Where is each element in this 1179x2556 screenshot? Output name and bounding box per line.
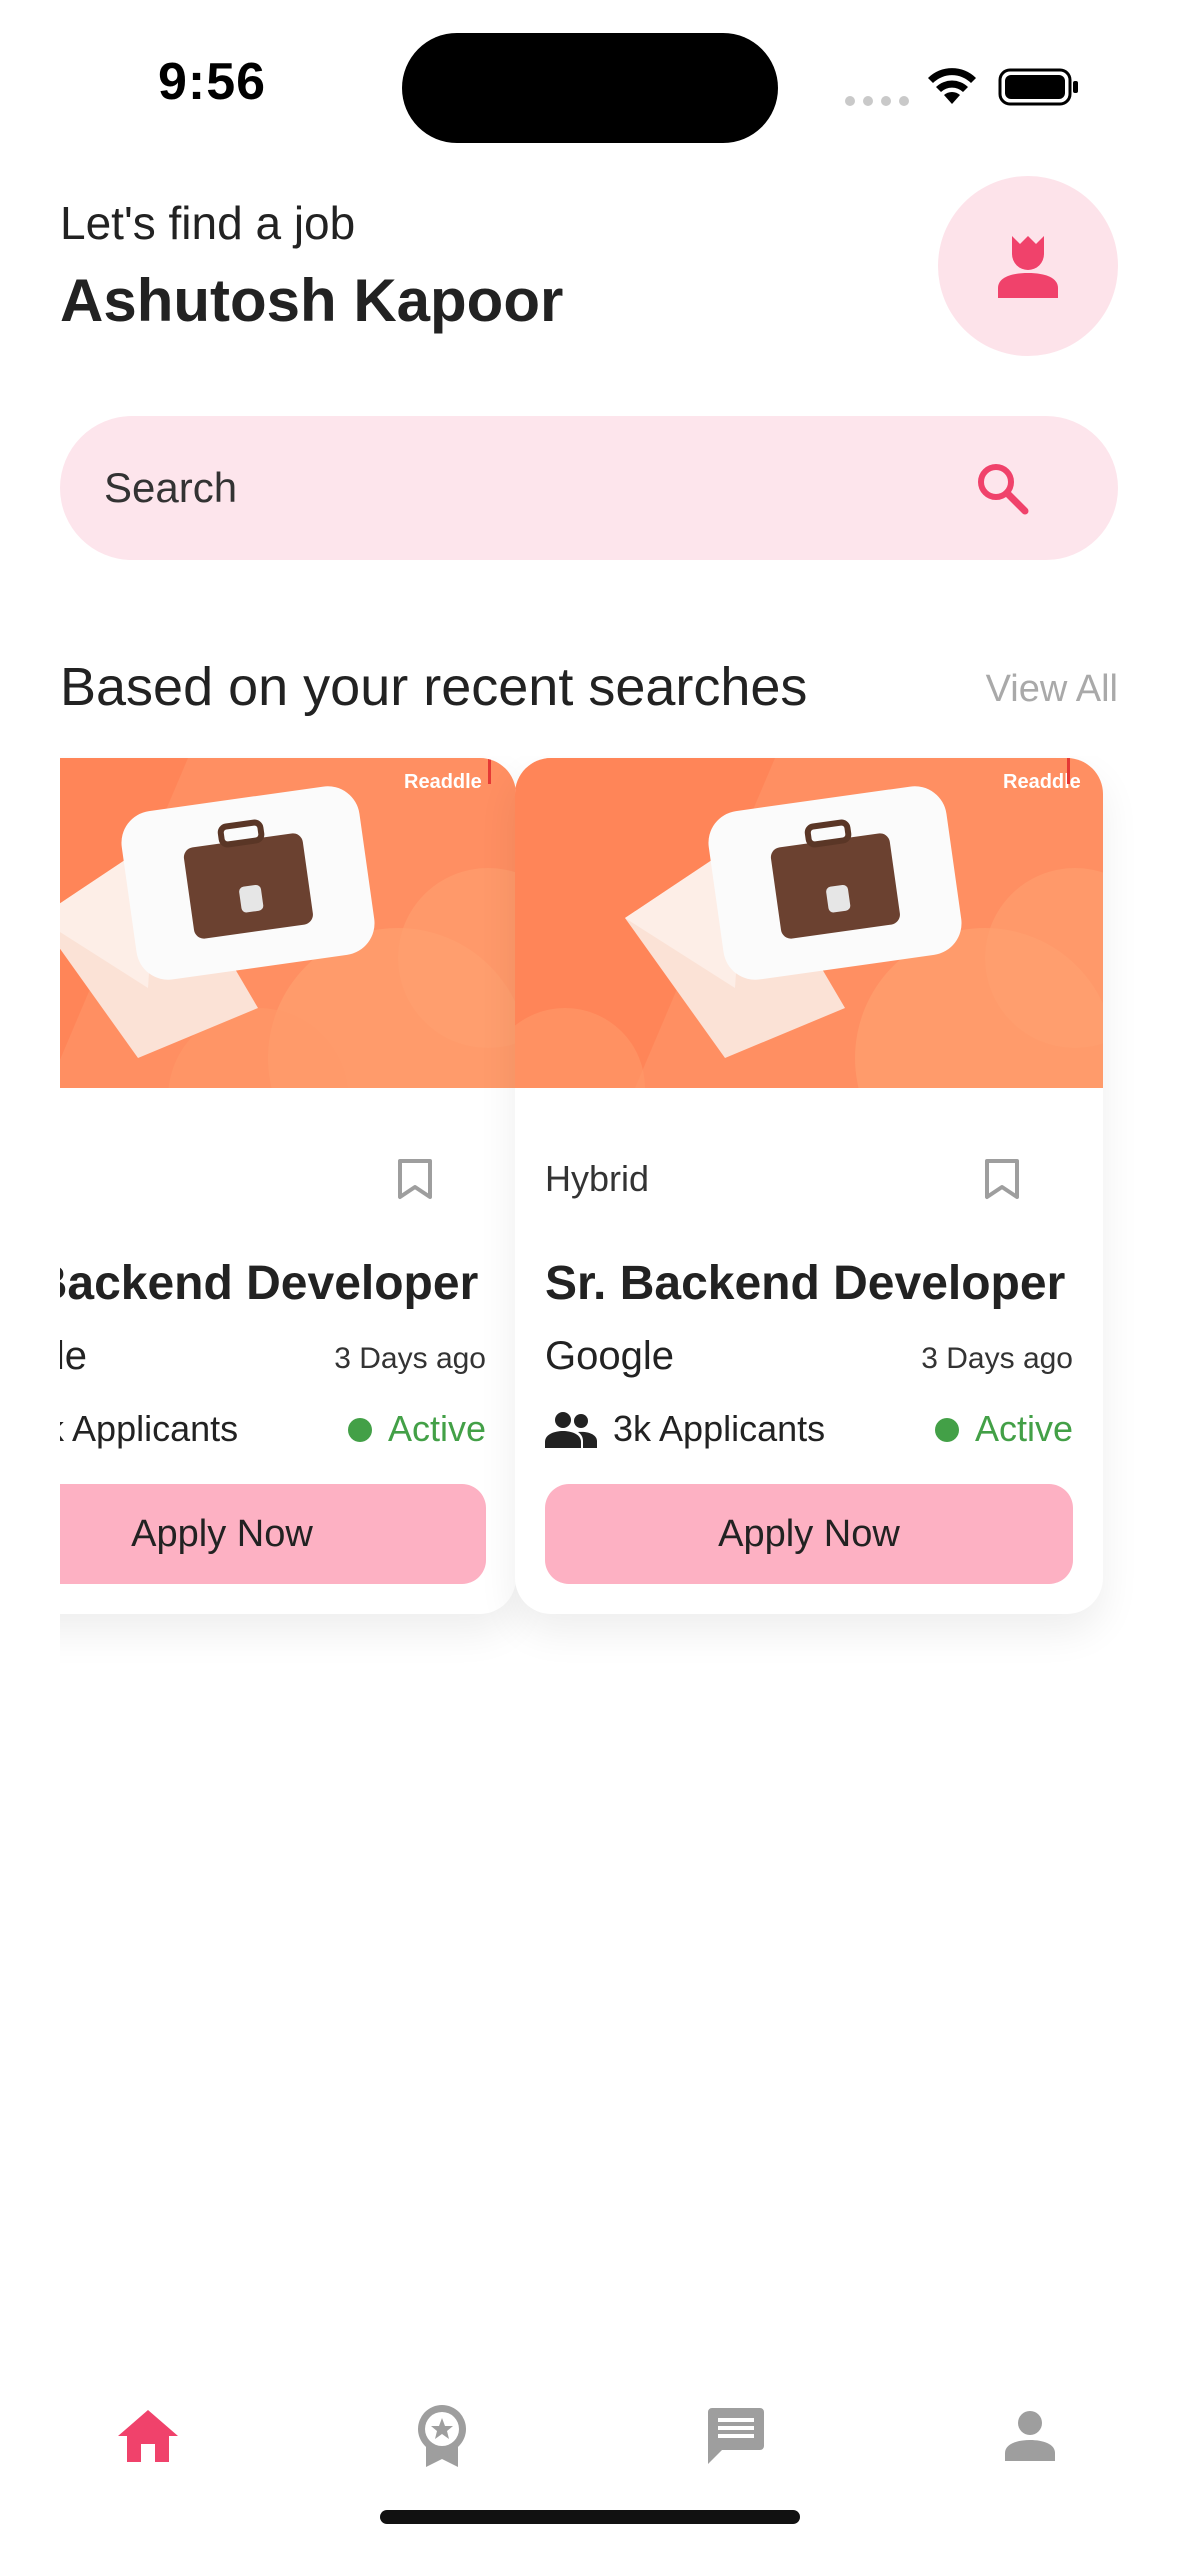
job-card-image: Readdle [60,758,516,1088]
applicant-count: 3k Applicants [613,1408,826,1449]
applicants-icon [545,1412,597,1448]
job-title: Sr. Backend Developer [545,1257,1066,1310]
search-icon[interactable] [972,458,1032,518]
nav-home[interactable] [108,2396,188,2476]
job-status: Active [387,1408,486,1449]
profile-icon [1005,2411,1055,2461]
image-brand-text: Readdle [404,771,482,793]
user-name: Ashutosh Kapoor [60,267,564,334]
status-time: 9:56 [158,53,267,111]
work-type: Hybrid [545,1158,650,1199]
nav-messages[interactable] [696,2396,776,2476]
home-icon [118,2410,178,2462]
status-dot [935,1418,959,1442]
job-card-image: Readdle [515,758,1103,1088]
search-input[interactable] [104,464,904,512]
section-title: Based on your recent searches [60,657,808,717]
award-icon [418,2405,466,2467]
view-all-link[interactable]: View All [986,668,1118,711]
nav-profile[interactable] [990,2396,1070,2476]
wifi-icon [928,68,976,104]
nav-awards[interactable] [402,2396,482,2476]
job-carousel[interactable]: Readdle Sr. Backend Developer Google 3 D… [60,756,1179,1676]
bookmark-icon[interactable] [983,1158,1021,1200]
posted-date: 3 Days ago [921,1342,1073,1375]
home-indicator [380,2510,800,2524]
cellular-signal-icon [845,96,909,106]
applicant-count: 3k Applicants [60,1408,239,1449]
greeting-text: Let's find a job [60,197,356,249]
job-card[interactable]: Readdle Sr. Backend Developer Google 3 D… [60,758,516,1614]
posted-date: 3 Days ago [334,1342,486,1375]
job-title: Sr. Backend Developer [60,1257,479,1310]
apply-now-button[interactable]: Apply Now [60,1484,486,1584]
dynamic-island [402,33,778,143]
chat-icon [708,2408,764,2464]
battery-icon [998,68,1078,106]
company-name: Google [60,1334,87,1378]
job-status: Active [974,1408,1073,1449]
apply-now-button[interactable]: Apply Now [545,1484,1073,1584]
company-name: Google [545,1334,674,1378]
user-icon [998,236,1058,298]
status-dot [348,1418,372,1442]
job-card[interactable]: Readdle Hybrid Sr. Backend Developer Goo… [515,758,1103,1614]
profile-avatar-button[interactable] [938,176,1118,356]
bookmark-icon[interactable] [396,1158,434,1200]
search-bar[interactable] [60,416,1118,560]
